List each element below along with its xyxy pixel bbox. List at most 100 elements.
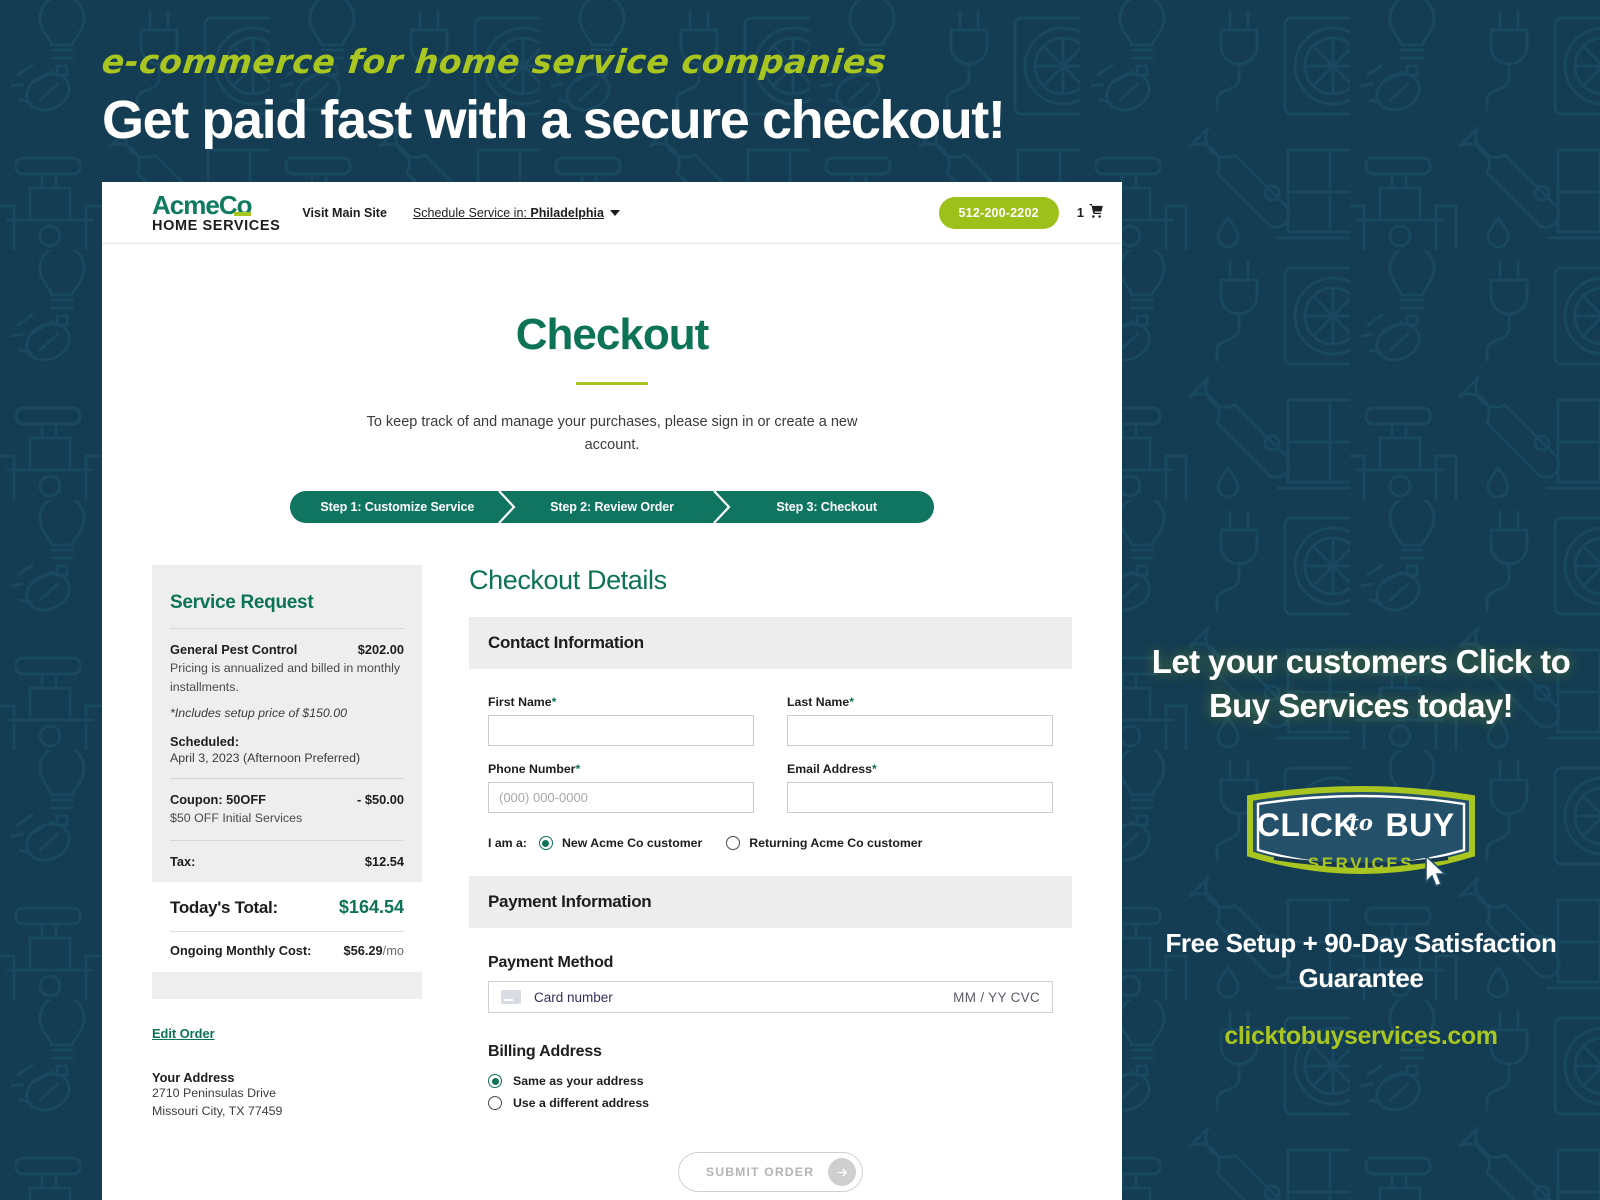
phone-cell: Phone Number* [488,762,754,814]
ongoing-monthly-suffix: /mo [382,943,404,959]
receipt-line-item: General Pest Control $202.00 Pricing is … [170,629,404,777]
cart-button[interactable]: 1 [1077,203,1104,222]
radio-new-customer-icon[interactable] [538,836,553,851]
tax-amount: $12.54 [364,854,404,870]
receipt-scallop-bottom [170,988,404,1000]
receipt-title: Service Request [170,592,314,614]
radio-different-address-icon[interactable] [488,1096,502,1111]
payment-method-label: Payment Method [488,954,614,972]
radio-same-address-icon[interactable] [488,1074,502,1089]
contact-field-row: Phone Number* Email Address* [488,762,1053,814]
payment-information-band: Payment Information [469,876,1072,929]
last-name-input[interactable] [787,715,1053,747]
todays-total-label: Today's Total: [170,898,278,918]
email-address-input[interactable] [787,782,1053,814]
email-address-label: Email Address* [787,762,877,777]
checkout-details-column: Checkout Details Contact Information Fir… [422,565,1072,1193]
first-name-cell: First Name* [488,695,754,747]
receipt-total-box: Today's Total: $164.54 Ongoing Monthly C… [152,882,422,973]
page-title: Checkout [515,310,709,359]
step-divider-chevron-icon [713,491,731,524]
todays-total-row: Today's Total: $164.54 [170,897,404,918]
promo-url-link[interactable]: clicktobuyservices.com [1150,1022,1572,1051]
last-name-cell: Last Name* [787,695,1053,747]
logo-underline-accent [234,211,252,216]
contact-fields: First Name* Last Name* Phone Number* Ema [469,669,1072,814]
radio-new-customer-label: New Acme Co customer [561,836,703,851]
site-header: AcmeCo HOME SERVICES Visit Main Site Sch… [102,182,1122,244]
receipt-bottom-pad [170,972,404,984]
checkout-steps-breadcrumb: Step 1: Customize Service Step 2: Review… [290,491,934,524]
page-subtitle: To keep track of and manage your purchas… [366,414,858,454]
order-summary-column: Service Request General Pest Control $20… [152,565,422,1192]
marketing-headline: Get paid fast with a secure checkout! [102,90,1006,151]
todays-total-amount: $164.54 [338,897,404,918]
radio-same-address-label: Same as your address [513,1074,644,1089]
scheduled-label: Scheduled: [170,733,239,749]
receipt-body: Service Request General Pest Control $20… [152,576,422,988]
scheduled-value: April 3, 2023 (Afternoon Preferred) [170,750,361,765]
receipt-tax-row: Tax: $12.54 [170,841,404,882]
email-cell: Email Address* [787,762,1053,814]
card-number-input[interactable]: Card number MM / YY CVC [488,981,1053,1014]
acmeco-logo[interactable]: AcmeCo HOME SERVICES [152,192,280,234]
radio-different-address[interactable]: Use a different address [469,1092,1072,1114]
line-item-note: Pricing is annualized and billed in mont… [170,661,401,694]
coupon-amount: - $50.00 [357,791,404,807]
address-line-2: Missouri City, TX 77459 [152,1104,283,1119]
phone-button[interactable]: 512-200-2202 [938,196,1059,229]
radio-returning-customer-label: Returning Acme Co customer [749,836,923,851]
i-am-a-label: I am a: [488,836,527,851]
chevron-down-icon[interactable] [610,209,620,216]
marketing-headline-block: e-commerce for home service companies Ge… [100,42,1102,151]
click-to-buy-badge[interactable]: CLICK to BUY SERVICES [1150,772,1572,894]
customer-type-row: I am a: New Acme Co customer Returning A… [469,829,1072,851]
promo-column: Let your customers Click to Buy Services… [1122,640,1600,1051]
last-name-label: Last Name* [787,695,854,710]
coupon-note: $50 OFF Initial Services [170,810,303,825]
submit-order-button[interactable]: SUBMIT ORDER [677,1152,864,1193]
submit-row: SUBMIT ORDER [469,1114,1072,1193]
name-field-row: First Name* Last Name* [488,695,1053,747]
coupon-label: Coupon: 50OFF [170,791,266,807]
phone-number-input[interactable] [488,782,754,814]
radio-same-address[interactable]: Same as your address [469,1070,1072,1092]
ongoing-monthly-row: Ongoing Monthly Cost: $56.29/mo [170,943,404,958]
promo-headline: Let your customers Click to Buy Services… [1151,643,1571,724]
radio-returning-customer[interactable]: Returning Acme Co customer [726,836,923,851]
schedule-prefix: Schedule Service in: [412,205,531,220]
total-divider [170,931,404,933]
logo-wordmark: AcmeCo [152,192,252,218]
radio-returning-customer-icon[interactable] [726,836,741,851]
required-asterisk: * [849,695,854,710]
step-3-checkout[interactable]: Step 3: Checkout [719,491,934,523]
nav-visit-main-site[interactable]: Visit Main Site [302,206,387,220]
nav-schedule-service-dropdown[interactable]: Schedule Service in: Philadelphia [413,206,604,220]
required-asterisk: * [575,762,581,777]
website-mockup: AcmeCo HOME SERVICES Visit Main Site Sch… [102,182,1122,1200]
radio-new-customer[interactable]: New Acme Co customer [538,836,703,851]
checkout-content: Service Request General Pest Control $20… [102,565,1122,1193]
badge-services-text: SERVICES [1308,854,1414,873]
radio-different-address-label: Use a different address [513,1096,649,1111]
line-item-price: $202.00 [357,642,404,658]
address-line-1: 2710 Peninsulas Drive [152,1086,276,1101]
service-request-receipt-card: Service Request General Pest Control $20… [152,565,422,1000]
first-name-input[interactable] [488,715,754,747]
line-item-name: General Pest Control [170,642,298,658]
arrow-right-icon [828,1158,857,1187]
checkout-details-heading: Checkout Details [469,565,667,596]
required-asterisk: * [551,695,557,710]
credit-card-icon [501,990,521,1005]
step-1-customize-service[interactable]: Step 1: Customize Service [290,491,505,523]
receipt-scallop-top [170,565,404,577]
edit-order-link[interactable]: Edit Order [152,1026,215,1041]
step-2-review-order[interactable]: Step 2: Review Order [505,491,720,523]
ongoing-monthly-amount: $56.29 [343,943,383,959]
ongoing-monthly-label: Ongoing Monthly Cost: [170,943,312,959]
your-address-title: Your Address [152,1070,235,1086]
billing-address-label: Billing Address [488,1043,602,1061]
shopping-cart-icon [1089,203,1104,222]
logo-tagline: HOME SERVICES [152,217,281,234]
